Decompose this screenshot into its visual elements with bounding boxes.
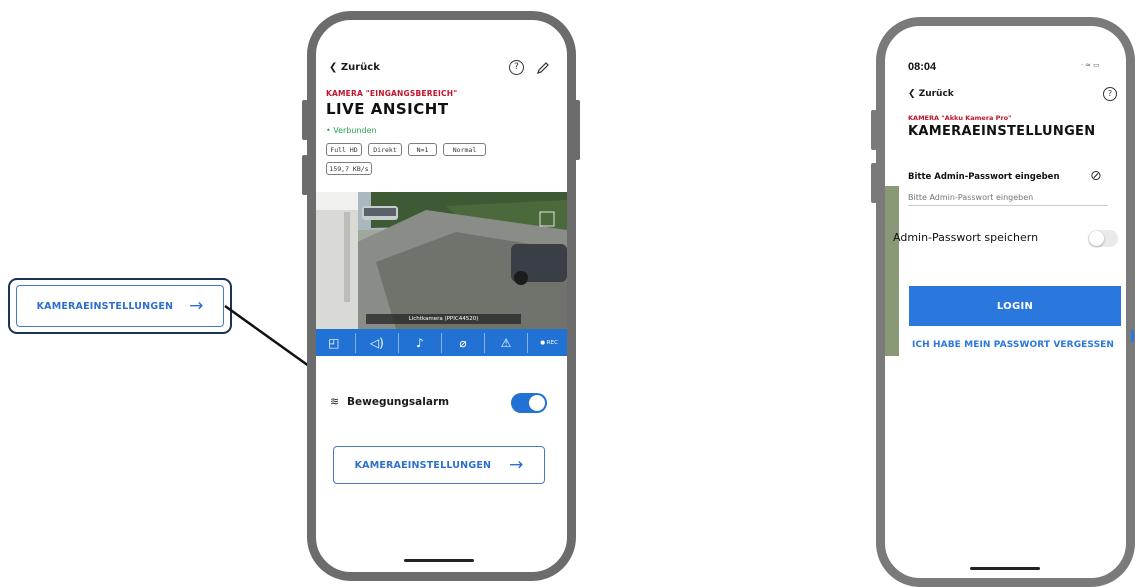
forgot-password-link[interactable]: ICH HABE MEIN PASSWORT VERGESSEN: [912, 340, 1114, 350]
live-video[interactable]: Lichtkamera (PPIC44520): [316, 192, 567, 329]
help-icon[interactable]: ?: [509, 60, 524, 75]
help-icon[interactable]: ?: [1103, 87, 1117, 101]
divider: [527, 332, 529, 353]
divider: [483, 332, 485, 353]
back-button[interactable]: ❮ Zurück: [329, 62, 380, 73]
back-label: Zurück: [340, 62, 380, 73]
speaker-icon[interactable]: ◁): [362, 336, 391, 350]
camera-toolbar: ◰ ◁) ♪ ⌀ ⚠ ● REC: [316, 329, 567, 356]
chevron-left-icon: ❮: [908, 89, 919, 99]
badge-quality: Normal: [443, 143, 486, 156]
password-label: Bitte Admin-Passwort eingeben: [908, 172, 1060, 182]
back-label: Zurück: [918, 89, 954, 99]
home-indicator: [970, 567, 1040, 570]
password-input[interactable]: [908, 189, 1108, 206]
divider: [397, 332, 399, 353]
settings-button-label: KAMERAEINSTELLUNGEN: [354, 459, 492, 471]
record-button[interactable]: ● REC: [535, 340, 564, 346]
divider: [440, 332, 442, 353]
back-button[interactable]: ❮ Zurück: [908, 89, 954, 99]
home-indicator: [404, 559, 474, 562]
page-title: KAMERAEINSTELLUNGEN: [908, 124, 1096, 139]
badge-resolution: Full HD: [326, 143, 362, 156]
status-time: 08:04: [908, 61, 937, 73]
motion-alarm-toggle[interactable]: [511, 393, 547, 413]
phone-camera-settings: 08:04 ᐧ ≈ ▭ ❮ Zurück ? KAMERA "Akku Kame…: [876, 17, 1135, 587]
siren-icon[interactable]: ⚠: [492, 336, 521, 350]
badge-bitrate: 159,7 KB/s: [326, 162, 372, 175]
connection-status: • Verbunden: [326, 126, 377, 135]
save-password-label: Admin-Passwort speichern: [893, 231, 1039, 244]
badge-n: N=1: [408, 143, 437, 156]
login-button[interactable]: LOGIN: [909, 286, 1121, 326]
camera-name: KAMERA "EINGANGSBEREICH": [326, 89, 458, 98]
motion-icon: ≋: [330, 395, 340, 408]
right-edge-accent: [1131, 330, 1134, 342]
light-off-icon[interactable]: ⌀: [448, 336, 477, 350]
camera-name: KAMERA "Akku Kamera Pro": [908, 114, 1012, 122]
motion-alarm-label: Bewegungsalarm: [347, 396, 450, 408]
phone-live-view: ❮ Zurück ? KAMERA "EINGANGSBEREICH" LIVE…: [307, 11, 576, 581]
background-strip: [885, 186, 899, 356]
microphone-icon[interactable]: ♪: [405, 336, 434, 350]
page-title: LIVE ANSICHT: [326, 100, 449, 118]
save-password-toggle[interactable]: [1088, 230, 1118, 247]
video-caption: Lichtkamera (PPIC44520): [408, 316, 479, 322]
login-label: LOGIN: [996, 300, 1034, 312]
divider: [354, 332, 356, 353]
status-icons: ᐧ ≈ ▭: [1081, 61, 1100, 69]
hide-password-icon[interactable]: ⊘: [1090, 168, 1102, 184]
arrow-right-icon: →: [509, 454, 524, 475]
chevron-left-icon: ❮: [329, 62, 341, 73]
edit-pencil-icon[interactable]: [535, 60, 551, 76]
snapshot-camera-icon[interactable]: ◰: [319, 336, 348, 350]
badge-mode: Direkt: [368, 143, 402, 156]
camera-settings-button[interactable]: KAMERAEINSTELLUNGEN →: [333, 446, 545, 484]
